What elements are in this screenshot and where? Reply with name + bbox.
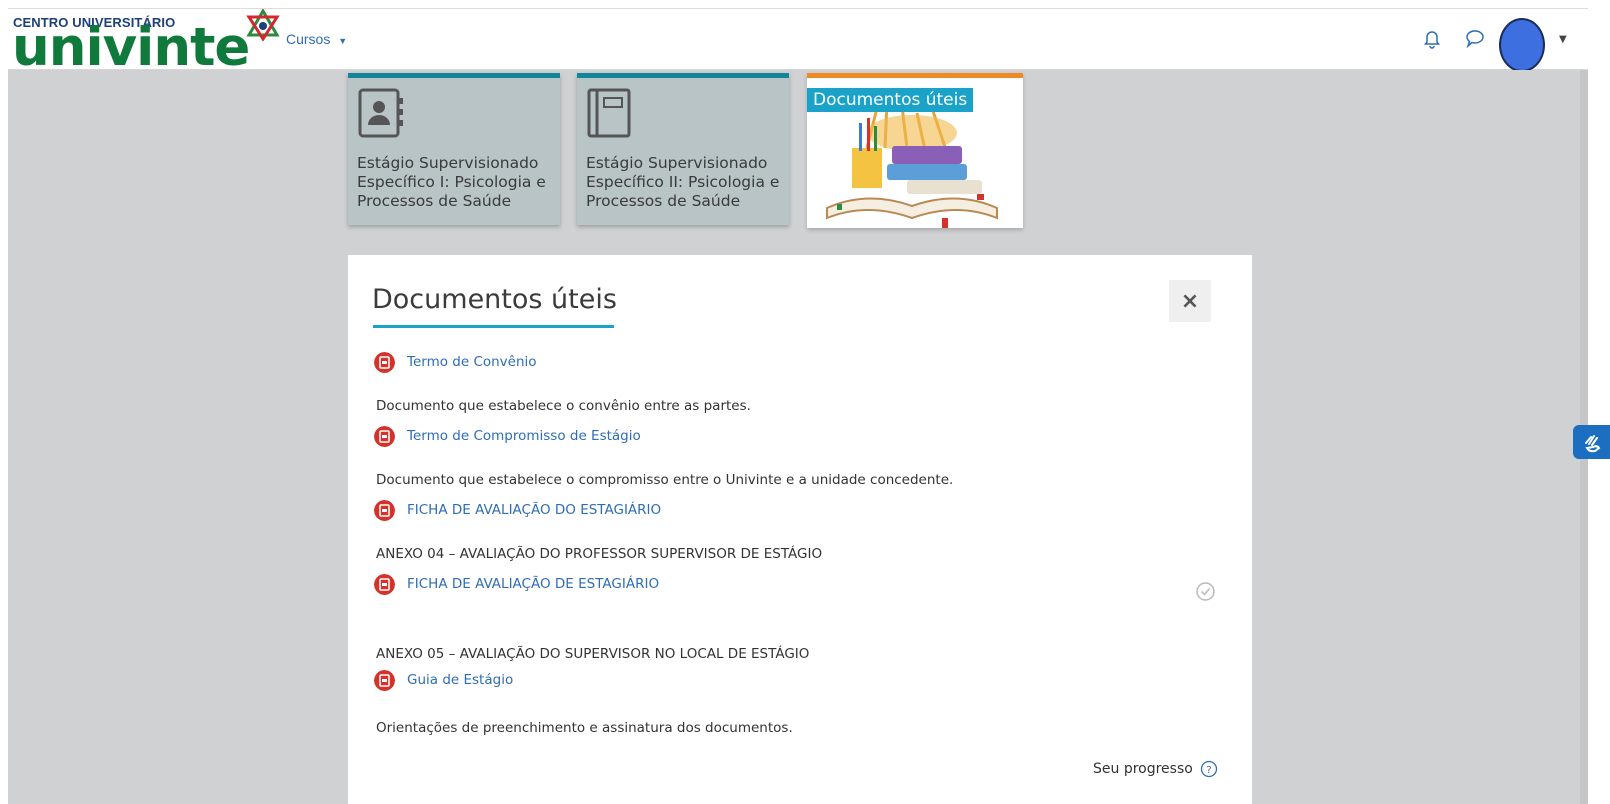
course-tile-3[interactable]: Documentos úteis	[807, 73, 1023, 228]
sign-language-icon	[1584, 435, 1600, 453]
courses-menu[interactable]: Cursos ▼	[286, 31, 347, 47]
contact-book-icon	[358, 88, 403, 138]
course-tile-2[interactable]: Estágio Supervisionado Específico II: Ps…	[577, 73, 789, 225]
pdf-icon	[374, 500, 395, 521]
close-button[interactable]: ×	[1169, 280, 1211, 322]
svg-text:?: ?	[1206, 765, 1211, 776]
progress-label: Seu progresso	[1093, 761, 1193, 777]
user-menu-chevron-down-icon[interactable]: ▼	[1559, 34, 1567, 45]
title-underline	[373, 325, 614, 328]
document-description: ANEXO 04 – AVALIAÇÃO DO PROFESSOR SUPERV…	[376, 546, 823, 562]
tile-title: Estágio Supervisionado Específico II: Ps…	[586, 154, 780, 210]
bell-icon[interactable]	[1421, 27, 1443, 49]
document-link[interactable]: FICHA DE AVALIAÇÃO DE ESTAGIÁRIO	[407, 576, 659, 592]
document-description: Orientações de preenchimento e assinatur…	[376, 720, 793, 736]
accessibility-button[interactable]	[1573, 425, 1610, 459]
logo-wordmark[interactable]: univinte	[12, 19, 250, 77]
pdf-icon	[374, 352, 395, 373]
document-link[interactable]: FICHA DE AVALIAÇÃO DO ESTAGIÁRIO	[407, 502, 661, 518]
close-icon: ×	[1180, 288, 1200, 314]
section-modal: Documentos úteis × Termo de Convênio Doc…	[348, 255, 1252, 804]
modal-title: Documentos úteis	[372, 284, 617, 315]
pdf-icon	[374, 670, 395, 691]
document-link[interactable]: Termo de Compromisso de Estágio	[407, 428, 641, 444]
chevron-down-icon: ▼	[338, 36, 348, 46]
tile-title: Estágio Supervisionado Específico I: Psi…	[357, 154, 546, 210]
pdf-icon	[374, 426, 395, 447]
help-icon[interactable]: ?	[1200, 760, 1218, 778]
user-avatar[interactable]	[1499, 18, 1545, 72]
document-link[interactable]: Termo de Convênio	[407, 354, 537, 370]
navbar: CENTRO UNIVERSITÁRIO univinte Cursos ▼ ▼	[8, 9, 1588, 77]
courses-menu-label: Cursos	[286, 31, 331, 47]
course-tile-1[interactable]: Estágio Supervisionado Específico I: Psi…	[348, 73, 560, 225]
completion-check-icon[interactable]	[1196, 582, 1215, 601]
notebook-icon	[587, 88, 631, 138]
logo-star-icon	[246, 9, 280, 41]
document-link[interactable]: Guia de Estágio	[407, 672, 513, 688]
chat-bubble-icon[interactable]	[1464, 27, 1486, 49]
document-description: Documento que estabelece o convênio entr…	[376, 398, 751, 414]
pdf-icon	[374, 574, 395, 595]
document-description: ANEXO 05 – AVALIAÇÃO DO SUPERVISOR NO LO…	[376, 646, 810, 662]
tile-title: Documentos úteis	[807, 88, 974, 112]
document-description: Documento que estabelece o compromisso e…	[376, 472, 954, 488]
